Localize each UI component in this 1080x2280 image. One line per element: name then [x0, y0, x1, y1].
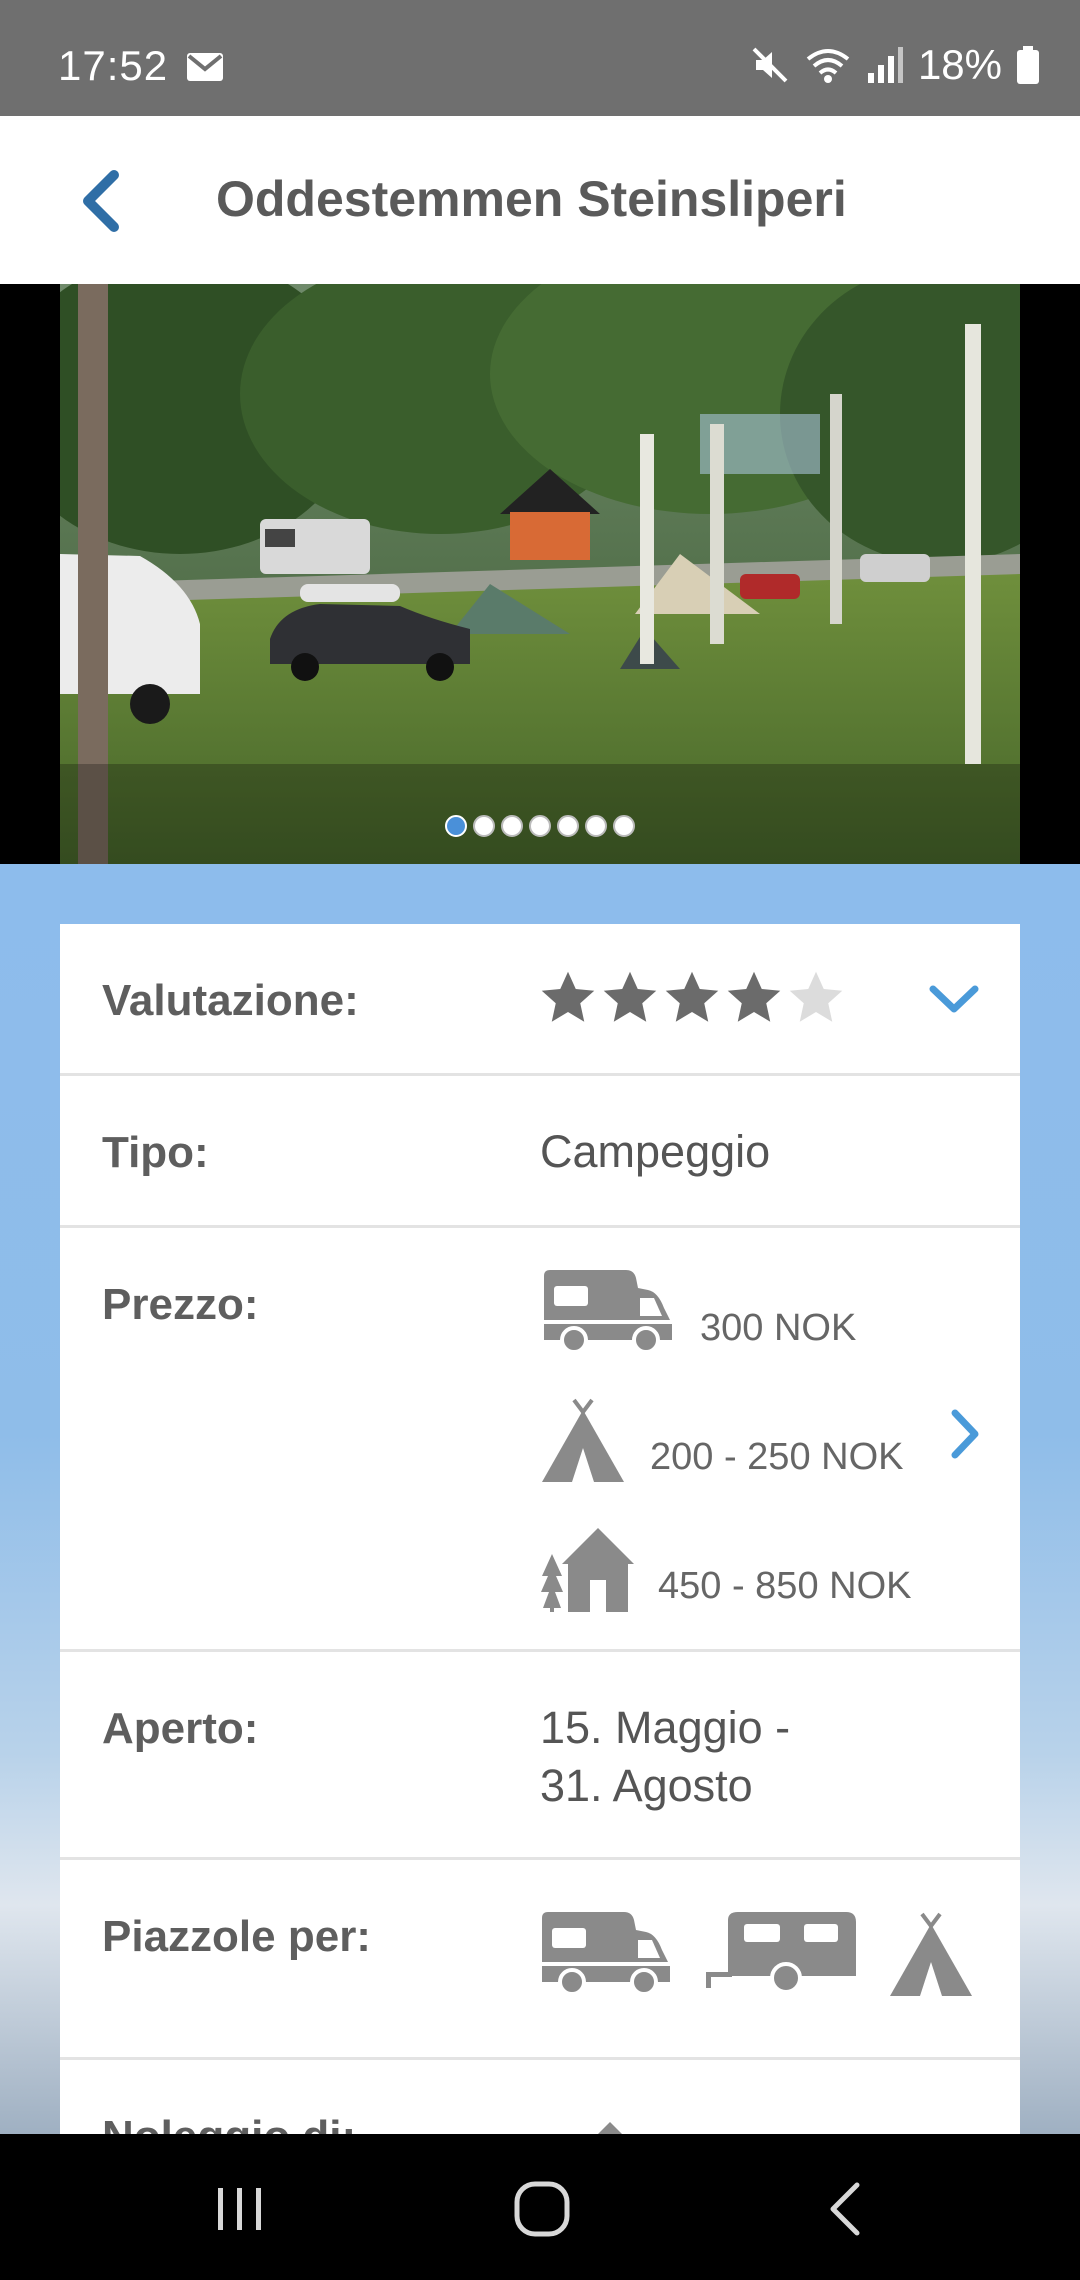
type-value: Campeggio — [540, 1126, 771, 1177]
mail-icon — [187, 53, 223, 81]
status-bar: 17:52 18% — [0, 0, 1080, 116]
price-tent: 200 - 250 NOK — [650, 1435, 904, 1478]
home-button[interactable] — [492, 2174, 592, 2244]
carousel-dot[interactable] — [501, 815, 523, 837]
price-label: Prezzo: — [102, 1280, 259, 1329]
price-camper: 300 NOK — [700, 1306, 857, 1349]
status-icons: 18% — [750, 40, 1040, 90]
price-cabin: 450 - 850 NOK — [658, 1564, 912, 1607]
pitches-label: Piazzole per: — [102, 1912, 371, 1961]
system-nav-bar — [0, 2134, 1080, 2280]
camper-icon — [544, 1270, 672, 1354]
pitches-row: Piazzole per: — [60, 1860, 1020, 2060]
star-icon — [665, 971, 719, 1022]
back-arrow-icon — [83, 170, 119, 232]
status-time: 17:52 — [58, 42, 169, 89]
type-row: Tipo: Campeggio — [60, 1076, 1020, 1228]
page-title: Oddestemmen Steinsliperi — [216, 171, 847, 227]
camper-icon — [542, 1912, 670, 1996]
cabin-icon — [541, 1528, 634, 1612]
rental-row: Noleggio di: — [60, 2060, 1020, 2134]
rating-row[interactable]: Valutazione: — [60, 924, 1020, 1076]
wifi-icon — [806, 49, 850, 83]
home-icon — [514, 2181, 570, 2237]
open-row: Aperto: 15. Maggio - 31. Agosto — [60, 1652, 1020, 1860]
open-label: Aperto: — [102, 1704, 259, 1753]
price-row[interactable]: Prezzo: 300 NOK 200 - 250 NOK 450 - 850 … — [60, 1228, 1020, 1652]
open-from: 15. Maggio - — [540, 1702, 791, 1753]
battery-percentage: 18% — [917, 41, 1002, 88]
carousel-indicator — [0, 815, 1080, 837]
rating-label: Valutazione: — [102, 976, 359, 1025]
star-empty-icon — [789, 971, 843, 1022]
type-label: Tipo: — [102, 1128, 209, 1177]
open-to: 31. Agosto — [540, 1760, 753, 1811]
signal-icon — [867, 47, 903, 83]
back-icon — [830, 2182, 860, 2236]
tent-icon — [542, 1398, 624, 1482]
star-icon — [727, 971, 781, 1022]
back-button[interactable] — [60, 156, 140, 246]
star-icon — [603, 971, 657, 1022]
pitch-types — [538, 1910, 974, 1996]
tent-icon — [890, 1912, 972, 1996]
recent-apps-icon — [218, 2188, 261, 2230]
mute-icon — [752, 47, 788, 83]
star-rating — [538, 968, 846, 1028]
details-card: Valutazione: Tipo: Campeggio Prezzo: 300… — [60, 924, 1020, 2134]
carousel-dot[interactable] — [557, 815, 579, 837]
carousel-dot[interactable] — [529, 815, 551, 837]
price-line-camper: 300 NOK — [540, 1268, 856, 1354]
price-line-tent: 200 - 250 NOK — [540, 1398, 903, 1482]
carousel-dot[interactable] — [445, 815, 467, 837]
carousel-dot[interactable] — [473, 815, 495, 837]
rental-label: Noleggio di: — [102, 2112, 356, 2134]
star-icon — [541, 971, 595, 1022]
battery-icon — [1017, 46, 1039, 84]
photo-carousel[interactable] — [0, 284, 1080, 864]
carousel-dot[interactable] — [585, 815, 607, 837]
price-line-cabin: 450 - 850 NOK — [540, 1526, 911, 1612]
cabin-icon — [598, 2122, 622, 2134]
campsite-photo[interactable] — [60, 284, 1020, 864]
caravan-icon — [706, 1912, 856, 1994]
nav-back-button[interactable] — [795, 2174, 895, 2244]
carousel-dot[interactable] — [613, 815, 635, 837]
chevron-right-icon[interactable] — [948, 1408, 982, 1460]
app-bar: Oddestemmen Steinsliperi — [0, 116, 1080, 284]
recent-apps-button[interactable] — [190, 2174, 290, 2244]
chevron-down-icon[interactable] — [928, 982, 980, 1016]
